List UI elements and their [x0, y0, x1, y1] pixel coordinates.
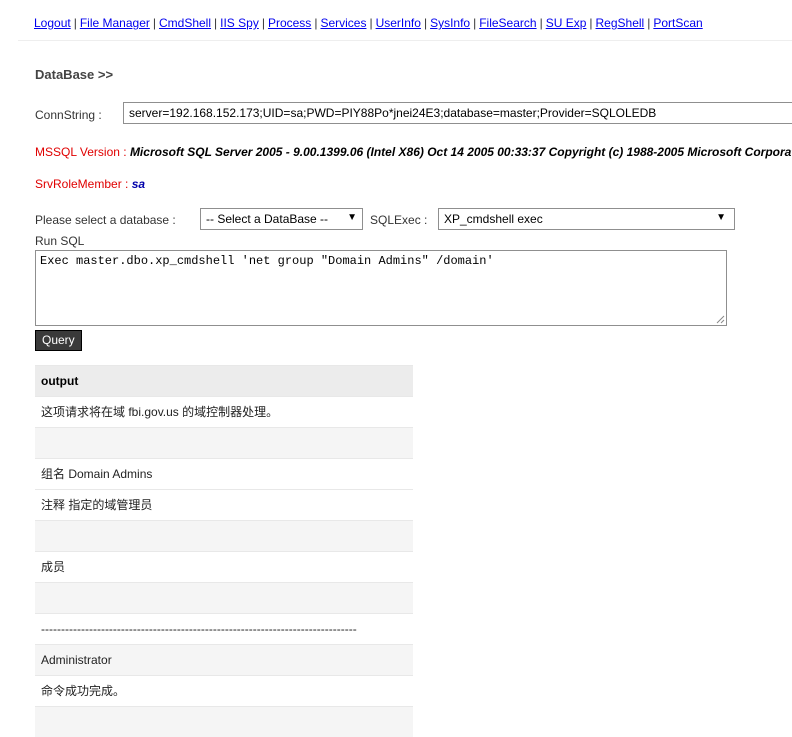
sqlexec-select-value: XP_cmdshell exec: [444, 212, 543, 226]
nav-divider: [18, 40, 792, 41]
nav-file-manager[interactable]: File Manager: [80, 16, 150, 30]
srvrolemember-line: SrvRoleMember : sa: [35, 177, 145, 191]
section-title: DataBase >>: [35, 67, 114, 82]
dropdown-arrow-icon: ▼: [716, 212, 726, 223]
resize-grip-icon[interactable]: [716, 315, 725, 324]
nav-separator: |: [647, 16, 651, 30]
table-row: 命令成功完成。: [35, 675, 413, 706]
nav-regshell[interactable]: RegShell: [596, 16, 645, 30]
nav-portscan[interactable]: PortScan: [653, 16, 702, 30]
sqlexec-select[interactable]: XP_cmdshell exec ▼: [438, 208, 735, 230]
output-header: output: [35, 365, 413, 396]
connstring-input[interactable]: [123, 102, 792, 124]
table-row: 这项请求将在域 fbi.gov.us 的域控制器处理。: [35, 396, 413, 427]
nav-separator: |: [589, 16, 593, 30]
nav-logout[interactable]: Logout: [34, 16, 71, 30]
nav-separator: |: [261, 16, 265, 30]
sqlexec-label: SQLExec :: [370, 213, 428, 227]
top-nav: Logout | File Manager | CmdShell | IIS Spy | Pro…: [34, 16, 792, 30]
nav-sysinfo[interactable]: SysInfo: [430, 16, 470, 30]
srvrolemember-value: sa: [131, 177, 146, 191]
nav-separator: |: [314, 16, 318, 30]
nav-userinfo[interactable]: UserInfo: [376, 16, 421, 30]
nav-iis-spy[interactable]: IIS Spy: [220, 16, 259, 30]
query-button[interactable]: Query: [35, 330, 82, 351]
nav-process[interactable]: Process: [268, 16, 311, 30]
database-select[interactable]: -- Select a DataBase -- ▼: [200, 208, 363, 230]
mssql-version-value: Microsoft SQL Server 2005 - 9.00.1399.06…: [129, 145, 792, 159]
output-table: output 这项请求将在域 fbi.gov.us 的域控制器处理。 组名 Do…: [35, 365, 413, 737]
nav-separator: |: [539, 16, 543, 30]
nav-separator: |: [73, 16, 77, 30]
connstring-label: ConnString :: [35, 108, 102, 122]
nav-services[interactable]: Services: [320, 16, 366, 30]
nav-separator: |: [473, 16, 477, 30]
nav-cmdshell[interactable]: CmdShell: [159, 16, 211, 30]
nav-separator: |: [214, 16, 218, 30]
nav-su-exp[interactable]: SU Exp: [546, 16, 587, 30]
nav-separator: |: [369, 16, 373, 30]
table-row: [35, 706, 413, 737]
run-sql-label: Run SQL: [35, 234, 85, 248]
table-row: ----------------------------------------…: [35, 613, 413, 644]
table-row: 成员: [35, 551, 413, 582]
mssql-version-label: MSSQL Version :: [35, 145, 127, 159]
srvrolemember-label: SrvRoleMember :: [35, 177, 129, 191]
sql-textarea[interactable]: Exec master.dbo.xp_cmdshell 'net group "…: [35, 250, 727, 326]
nav-separator: |: [152, 16, 156, 30]
database-select-label: Please select a database :: [35, 213, 176, 227]
table-row: Administrator: [35, 644, 413, 675]
table-row: [35, 520, 413, 551]
table-row: [35, 427, 413, 458]
dropdown-arrow-icon: ▼: [347, 212, 357, 223]
nav-separator: |: [423, 16, 428, 30]
database-select-value: -- Select a DataBase --: [206, 212, 329, 226]
mssql-version-line: MSSQL Version : Microsoft SQL Server 200…: [35, 145, 792, 159]
nav-filesearch[interactable]: FileSearch: [479, 16, 536, 30]
table-row: 组名 Domain Admins: [35, 458, 413, 489]
table-row: 注释 指定的域管理员: [35, 489, 413, 520]
table-row: [35, 582, 413, 613]
